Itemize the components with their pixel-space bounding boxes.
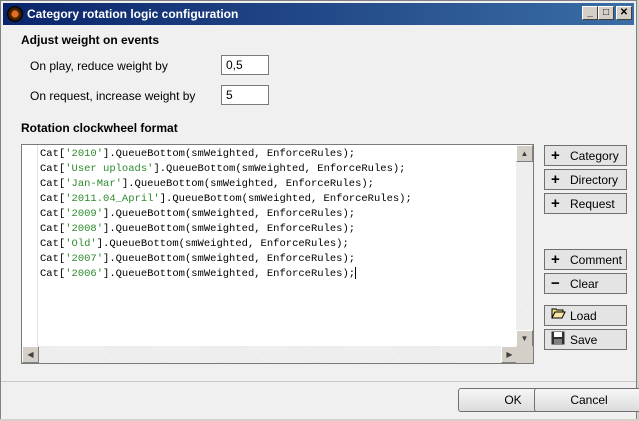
- dialog-window: Category rotation logic configuration _ …: [0, 0, 639, 419]
- code-line[interactable]: Cat['2009'].QueueBottom(smWeighted, Enfo…: [40, 207, 412, 222]
- code-string-literal: '2008': [65, 223, 104, 235]
- weights-section-title: Adjust weight on events: [21, 33, 160, 47]
- code-text: Cat[: [40, 208, 66, 220]
- code-line[interactable]: Cat['2010'].QueueBottom(smWeighted, Enfo…: [40, 147, 412, 162]
- code-string-literal: 'Jan-Mar': [65, 178, 122, 190]
- code-line[interactable]: Cat['Old'].QueueBottom(smWeighted, Enfor…: [40, 237, 412, 252]
- code-string-literal: '2011.04_April': [65, 193, 160, 205]
- code-text: Cat[: [40, 193, 66, 205]
- code-string-literal: '2010': [65, 148, 104, 160]
- plus-icon: +: [551, 195, 560, 212]
- dialog-footer: OK Cancel: [1, 381, 639, 419]
- scroll-left-icon[interactable]: ◀: [22, 346, 39, 363]
- code-text: Cat[: [40, 253, 66, 265]
- add-request-button[interactable]: + Request: [544, 193, 627, 214]
- clear-button[interactable]: − Clear: [544, 273, 627, 294]
- code-text: ].QueueBottom(smWeighted, EnforceRules);: [103, 268, 356, 280]
- add-comment-button[interactable]: + Comment: [544, 249, 627, 270]
- code-string-literal: 'User uploads': [65, 163, 154, 175]
- vertical-scrollbar[interactable]: ▲ ▼: [516, 145, 533, 347]
- code-line[interactable]: Cat['Jan-Mar'].QueueBottom(smWeighted, E…: [40, 177, 412, 192]
- plus-icon: +: [551, 171, 560, 188]
- text-caret: [355, 267, 357, 280]
- plus-icon: +: [551, 147, 560, 164]
- save-button[interactable]: Save: [544, 329, 627, 350]
- code-line[interactable]: Cat['2007'].QueueBottom(smWeighted, Enfo…: [40, 252, 412, 267]
- code-text: ].QueueBottom(smWeighted, EnforceRules);: [103, 148, 356, 160]
- code-text: ].QueueBottom(smWeighted, EnforceRules);: [103, 223, 356, 235]
- code-text: Cat[: [40, 238, 66, 250]
- code-text: Cat[: [40, 163, 66, 175]
- code-string-literal: '2009': [65, 208, 104, 220]
- code-line[interactable]: Cat['2006'].QueueBottom(smWeighted, Enfo…: [40, 267, 412, 282]
- code-area[interactable]: Cat['2010'].QueueBottom(smWeighted, Enfo…: [40, 147, 412, 282]
- on-play-label: On play, reduce weight by: [30, 59, 168, 73]
- on-request-input[interactable]: [221, 85, 269, 105]
- on-play-input[interactable]: [221, 55, 269, 75]
- clockwheel-editor[interactable]: Cat['2010'].QueueBottom(smWeighted, Enfo…: [21, 144, 534, 364]
- code-text: ].QueueBottom(smWeighted, EnforceRules);: [121, 178, 374, 190]
- load-button[interactable]: Load: [544, 305, 627, 326]
- plus-icon: +: [551, 251, 560, 268]
- code-line[interactable]: Cat['2008'].QueueBottom(smWeighted, Enfo…: [40, 222, 412, 237]
- on-request-label: On request, increase weight by: [30, 89, 196, 103]
- code-string-literal: '2006': [65, 268, 104, 280]
- horizontal-scrollbar[interactable]: ◀ ▶: [22, 346, 518, 363]
- code-text: Cat[: [40, 148, 66, 160]
- close-button[interactable]: ✕: [616, 6, 632, 20]
- code-text: ].QueueBottom(smWeighted, EnforceRules);: [159, 193, 412, 205]
- code-text: ].QueueBottom(smWeighted, EnforceRules);: [96, 238, 349, 250]
- scroll-up-icon[interactable]: ▲: [516, 145, 533, 162]
- code-string-literal: '2007': [65, 253, 104, 265]
- editor-gutter: [22, 145, 38, 347]
- clockwheel-section-title: Rotation clockwheel format: [21, 121, 178, 135]
- title-bar[interactable]: Category rotation logic configuration _ …: [3, 3, 634, 25]
- add-category-button[interactable]: + Category: [544, 145, 627, 166]
- folder-open-icon: [551, 307, 566, 324]
- maximize-button[interactable]: □: [598, 6, 614, 20]
- add-directory-button[interactable]: + Directory: [544, 169, 627, 190]
- code-text: ].QueueBottom(smWeighted, EnforceRules);: [103, 208, 356, 220]
- scroll-down-icon[interactable]: ▼: [516, 330, 533, 347]
- code-text: ].QueueBottom(smWeighted, EnforceRules);: [103, 253, 356, 265]
- code-text: Cat[: [40, 268, 66, 280]
- code-text: ].QueueBottom(smWeighted, EnforceRules);: [153, 163, 406, 175]
- code-string-literal: 'Old': [65, 238, 97, 250]
- code-text: Cat[: [40, 223, 66, 235]
- scrollbar-corner: [516, 346, 533, 363]
- minimize-button[interactable]: _: [582, 6, 598, 20]
- app-icon: [7, 6, 23, 22]
- window-title: Category rotation logic configuration: [27, 7, 239, 21]
- floppy-disk-icon: [551, 331, 565, 349]
- code-text: Cat[: [40, 178, 66, 190]
- minus-icon: −: [551, 275, 560, 292]
- cancel-button[interactable]: Cancel: [534, 388, 639, 412]
- code-line[interactable]: Cat['2011.04_April'].QueueBottom(smWeigh…: [40, 192, 412, 207]
- code-line[interactable]: Cat['User uploads'].QueueBottom(smWeight…: [40, 162, 412, 177]
